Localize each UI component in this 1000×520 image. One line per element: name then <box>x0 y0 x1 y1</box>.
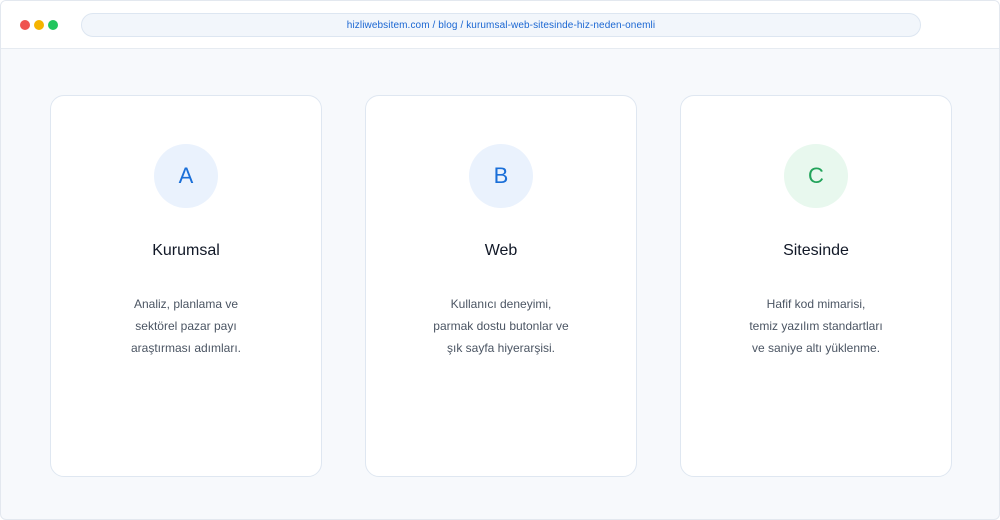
card-description-line: ve saniye altı yüklenme. <box>751 341 881 355</box>
feature-card-kurumsal: A Kurumsal Analiz, planlama ve sektörel … <box>50 95 322 477</box>
address-url: hizliwebsitem.com / blog / kurumsal-web-… <box>346 19 656 31</box>
card-description-line: Kullanıcı deneyimi, <box>450 297 552 311</box>
browser-window: hizliwebsitem.com / blog / kurumsal-web-… <box>0 0 1000 520</box>
card-description: Hafif kod mimarisi, temiz yazılım standa… <box>681 293 951 359</box>
card-description-line: temiz yazılım standartları <box>749 319 883 333</box>
address-bar[interactable]: hizliwebsitem.com / blog / kurumsal-web-… <box>81 13 921 37</box>
card-title: Kurumsal <box>152 242 220 259</box>
badge-letter: B <box>493 163 509 188</box>
page-content: A Kurumsal Analiz, planlama ve sektörel … <box>1 49 999 519</box>
close-window-icon[interactable] <box>20 20 30 30</box>
card-title: Sitesinde <box>783 242 849 259</box>
letter-a-icon: A <box>154 144 218 208</box>
letter-b-icon: B <box>469 144 533 208</box>
card-description-line: Analiz, planlama ve <box>133 297 239 311</box>
card-description-line: parmak dostu butonlar ve <box>433 319 569 333</box>
card-description-line: Hafif kod mimarisi, <box>766 297 866 311</box>
card-description-line: sektörel pazar payı <box>135 319 237 333</box>
card-description-line: şık sayfa hiyerarşisi. <box>446 341 556 355</box>
card-description: Kullanıcı deneyimi, parmak dostu butonla… <box>366 293 636 359</box>
card-title: Web <box>484 242 518 259</box>
minimize-window-icon[interactable] <box>34 20 44 30</box>
letter-c-icon: C <box>784 144 848 208</box>
card-description: Analiz, planlama ve sektörel pazar payı … <box>51 293 321 359</box>
card-description-line: araştırması adımları. <box>130 341 242 355</box>
browser-titlebar: hizliwebsitem.com / blog / kurumsal-web-… <box>1 1 999 49</box>
feature-card-sitesinde: C Sitesinde Hafif kod mimarisi, temiz ya… <box>680 95 952 477</box>
feature-card-web: B Web Kullanıcı deneyimi, parmak dostu b… <box>365 95 637 477</box>
badge-letter: C <box>808 163 824 188</box>
badge-letter: A <box>178 163 194 188</box>
maximize-window-icon[interactable] <box>48 20 58 30</box>
